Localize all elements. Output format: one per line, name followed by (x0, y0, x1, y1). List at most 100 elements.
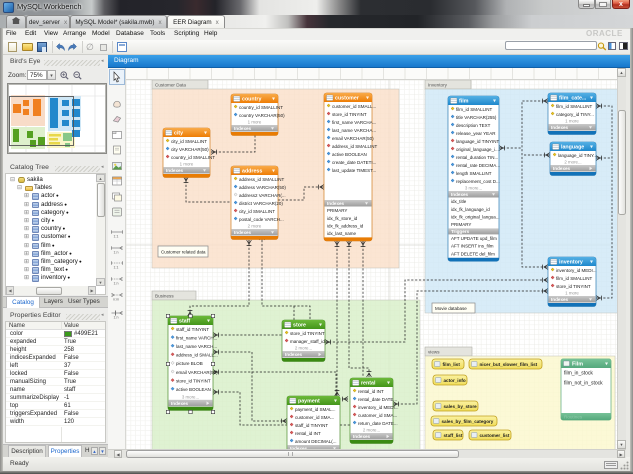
svg-text:payment: payment (298, 399, 320, 405)
svg-text:idx_fk_address_id: idx_fk_address_id (327, 223, 364, 228)
svg-text:idx_fk_language_id: idx_fk_language_id (451, 207, 490, 212)
svg-text:manager_staff_id ...: manager_staff_id ... (290, 339, 330, 344)
svg-text:district VARCHAR(20): district VARCHAR(20) (239, 201, 283, 206)
svg-text:store: store (293, 323, 306, 329)
svg-text:3 more...: 3 more... (465, 186, 482, 191)
svg-text:last_name VARCH...: last_name VARCH... (176, 344, 217, 349)
svg-text:PRIMARY: PRIMARY (451, 222, 471, 227)
svg-text:customer: customer (335, 96, 359, 102)
svg-text:Customer Data: Customer Data (155, 83, 186, 88)
svg-text:language_id TINY...: language_id TINY... (558, 153, 597, 158)
svg-text:address_id SMALLINT: address_id SMALLINT (332, 144, 378, 149)
svg-text:country_id SMALLINT: country_id SMALLINT (171, 155, 215, 160)
svg-text:category_id TINY...: category_id TINY... (556, 112, 594, 117)
svg-text:Indexes: Indexes (551, 297, 569, 302)
svg-text:last_update TIMEST...: last_update TIMEST... (332, 168, 376, 173)
svg-text:description TEXT: description TEXT (456, 123, 491, 128)
svg-text:Indexes: Indexes (285, 352, 303, 357)
svg-text:1 more: 1 more (180, 162, 194, 167)
svg-text:address_id SMALLINT: address_id SMALLINT (239, 177, 285, 182)
svg-text:Indexes: Indexes (234, 230, 252, 235)
svg-text:2 more...: 2 more... (363, 428, 380, 433)
svg-text:Business: Business (155, 294, 174, 299)
svg-text:staff: staff (179, 319, 190, 325)
svg-text:1:n: 1:n (114, 250, 119, 254)
svg-text:payment_id SMAL...: payment_id SMAL... (295, 407, 336, 412)
svg-text:rental_date DATE...: rental_date DATE... (358, 397, 397, 402)
svg-text:Indexes: Indexes (234, 126, 252, 131)
svg-text:1:n: 1:n (114, 281, 119, 285)
svg-text:customer_id SMA...: customer_id SMA... (358, 413, 397, 418)
svg-text:city VARCHAR(50): city VARCHAR(50) (171, 147, 209, 152)
svg-text:rental: rental (361, 381, 376, 387)
svg-text:Customer related data: Customer related data (161, 250, 206, 255)
svg-text:Indexes: Indexes (171, 401, 189, 406)
svg-text:film_id SMALLINT: film_id SMALLINT (556, 276, 593, 281)
svg-text:film_in_stock: film_in_stock (564, 371, 593, 377)
svg-text:create_date DATETI...: create_date DATETI... (332, 160, 376, 165)
svg-text:1 more: 1 more (565, 119, 579, 124)
svg-text:address2 VARCHAR(...: address2 VARCHAR(... (239, 193, 286, 198)
svg-text:AFT DELETE del_film: AFT DELETE del_film (451, 251, 495, 256)
svg-text:first_name VARCH...: first_name VARCH... (176, 335, 217, 340)
svg-text:store_id TINYINT: store_id TINYINT (290, 331, 325, 336)
svg-text:AFT UPDATE upd_film: AFT UPDATE upd_film (451, 236, 497, 241)
svg-text:return_date DATE...: return_date DATE... (358, 421, 398, 426)
svg-text:staff_id TINYINT: staff_id TINYINT (295, 423, 328, 428)
svg-text:inventory: inventory (559, 260, 583, 266)
svg-text:sales_by_store: sales_by_store (444, 404, 478, 409)
svg-text:1 more: 1 more (248, 120, 262, 125)
svg-text:film_not_in_stock: film_not_in_stock (564, 381, 603, 387)
svg-text:Indexes: Indexes (553, 166, 571, 171)
svg-text:address VARCHAR(50): address VARCHAR(50) (239, 185, 286, 190)
svg-text:2 more: 2 more (248, 224, 262, 229)
svg-text:film_list: film_list (443, 362, 461, 367)
svg-text:customer_id SMALL...: customer_id SMALL... (332, 104, 376, 109)
svg-text:city_id SMALLINT: city_id SMALLINT (239, 209, 275, 214)
svg-text:store_id TINYINT: store_id TINYINT (556, 284, 591, 289)
svg-text:n:m: n:m (113, 297, 119, 301)
svg-text:country VARCHAR(50): country VARCHAR(50) (239, 113, 285, 118)
svg-text:1:n: 1:n (114, 315, 119, 319)
svg-text:amount DECIMAL(...: amount DECIMAL(... (295, 439, 337, 444)
svg-text:Film: Film (572, 362, 583, 368)
svg-text:nicer_but_slower_film_list: nicer_but_slower_film_list (480, 362, 538, 367)
svg-text:language_id TINYINT: language_id TINYINT (456, 139, 499, 144)
svg-text:country: country (242, 97, 261, 103)
svg-text:Indexes: Indexes (353, 434, 371, 439)
svg-text:inventory_id MEDI...: inventory_id MEDI... (358, 405, 399, 410)
svg-text:active BOOLEAN: active BOOLEAN (332, 152, 367, 157)
svg-text:store_id TINYINT: store_id TINYINT (176, 378, 211, 383)
svg-text:rental_id INT: rental_id INT (295, 431, 321, 436)
svg-text:views: views (428, 350, 440, 355)
svg-text:staff_list: staff_list (444, 433, 463, 438)
svg-text:postal_code VARCH...: postal_code VARCH... (239, 217, 284, 222)
svg-text:language: language (561, 145, 584, 151)
svg-text:city: city (174, 131, 183, 137)
svg-text:idx_fk_store_id: idx_fk_store_id (327, 216, 358, 221)
svg-text:email VARCHAR(50): email VARCHAR(50) (176, 370, 218, 375)
svg-text:customer_id SMA...: customer_id SMA... (295, 415, 334, 420)
svg-text:customer_list: customer_list (480, 433, 510, 438)
svg-text:last_name VARCHA...: last_name VARCHA... (332, 128, 376, 133)
svg-text:active BOOLEAN: active BOOLEAN (176, 387, 211, 392)
svg-text:Indexes: Indexes (551, 125, 569, 130)
svg-text:3 more...: 3 more... (182, 394, 199, 399)
svg-text:1 more: 1 more (565, 291, 579, 296)
svg-text:title VARCHAR(255): title VARCHAR(255) (456, 115, 497, 120)
svg-text:Indexes: Indexes (451, 192, 469, 197)
svg-text:Movie database: Movie database (435, 306, 467, 311)
svg-text:film_cate...: film_cate... (559, 96, 587, 102)
svg-text:release_year YEAR: release_year YEAR (456, 131, 496, 136)
svg-text:store_id TINYINT: store_id TINYINT (332, 112, 367, 117)
svg-text:Indexes: Indexes (327, 201, 345, 206)
svg-text:length SMALLINT: length SMALLINT (456, 171, 492, 176)
svg-text:picture BLOB: picture BLOB (176, 361, 203, 366)
svg-text:1:1: 1:1 (114, 265, 119, 269)
svg-text:first_name VARCHA...: first_name VARCHA... (332, 120, 376, 125)
svg-text:address: address (242, 169, 262, 175)
svg-text:rental_duration TIN...: rental_duration TIN... (456, 155, 498, 160)
svg-text:email VARCHAR(50): email VARCHAR(50) (332, 136, 374, 141)
svg-text:rental_id INT: rental_id INT (358, 389, 384, 394)
svg-text:AFT INSERT ins_film: AFT INSERT ins_film (451, 244, 494, 249)
